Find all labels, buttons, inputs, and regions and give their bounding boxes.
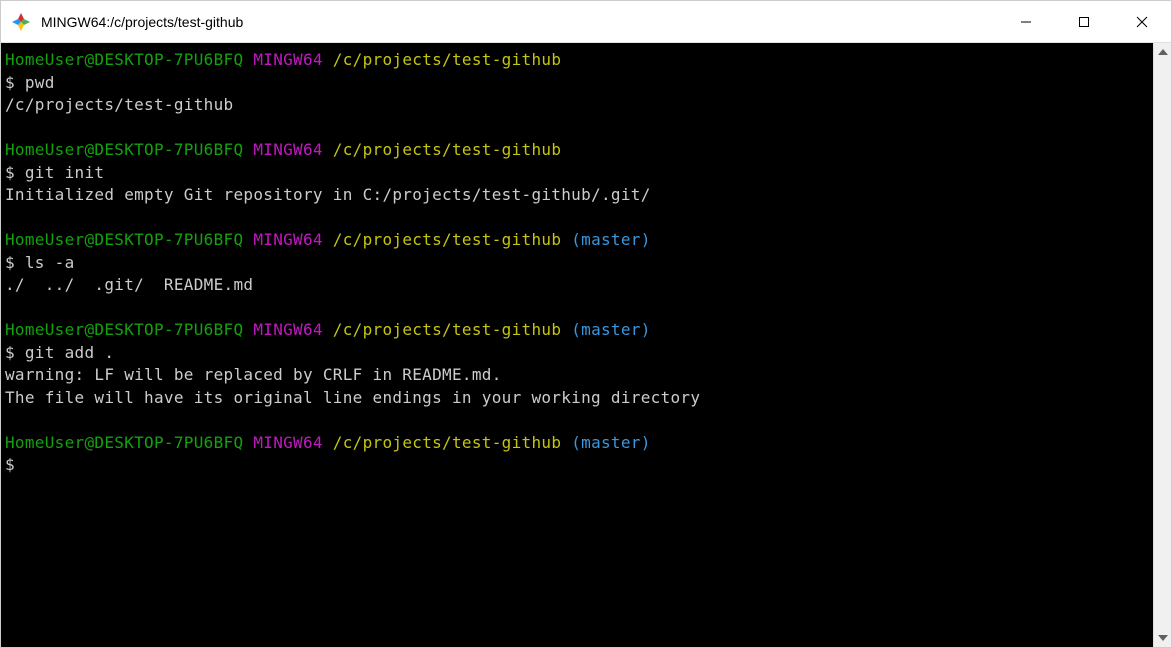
cwd-path: /c/projects/test-github bbox=[333, 320, 561, 339]
cwd-path: /c/projects/test-github bbox=[333, 50, 561, 69]
command-text: ls -a bbox=[25, 253, 75, 272]
env-label: MINGW64 bbox=[253, 50, 323, 69]
env-label: MINGW64 bbox=[253, 140, 323, 159]
prompt-line: HomeUser@DESKTOP-7PU6BFQ MINGW64 /c/proj… bbox=[5, 139, 1149, 162]
output-line: Initialized empty Git repository in C:/p… bbox=[5, 184, 1149, 207]
output-line: /c/projects/test-github bbox=[5, 94, 1149, 117]
minimize-button[interactable] bbox=[997, 1, 1055, 42]
user-host: HomeUser@DESKTOP-7PU6BFQ bbox=[5, 140, 243, 159]
command-text: pwd bbox=[25, 73, 55, 92]
prompt-dollar: $ bbox=[5, 343, 15, 362]
cwd-path: /c/projects/test-github bbox=[333, 433, 561, 452]
prompt-line: HomeUser@DESKTOP-7PU6BFQ MINGW64 /c/proj… bbox=[5, 319, 1149, 342]
prompt-dollar: $ bbox=[5, 455, 15, 474]
command-line: $ git add . bbox=[5, 342, 1149, 365]
terminal-output[interactable]: HomeUser@DESKTOP-7PU6BFQ MINGW64 /c/proj… bbox=[1, 43, 1153, 647]
env-label: MINGW64 bbox=[253, 433, 323, 452]
window-frame: MINGW64:/c/projects/test-github HomeUser… bbox=[0, 0, 1172, 648]
output-line: The file will have its original line end… bbox=[5, 387, 1149, 410]
close-button[interactable] bbox=[1113, 1, 1171, 42]
scrollbar[interactable] bbox=[1153, 43, 1171, 647]
git-branch: (master) bbox=[571, 433, 650, 452]
cwd-path: /c/projects/test-github bbox=[333, 230, 561, 249]
prompt-line: HomeUser@DESKTOP-7PU6BFQ MINGW64 /c/proj… bbox=[5, 432, 1149, 455]
window-controls bbox=[997, 1, 1171, 42]
terminal-container: HomeUser@DESKTOP-7PU6BFQ MINGW64 /c/proj… bbox=[1, 43, 1171, 647]
command-line: $ bbox=[5, 454, 1149, 477]
prompt-line: HomeUser@DESKTOP-7PU6BFQ MINGW64 /c/proj… bbox=[5, 49, 1149, 72]
window-title: MINGW64:/c/projects/test-github bbox=[41, 14, 997, 30]
scroll-down-arrow[interactable] bbox=[1154, 629, 1171, 647]
titlebar[interactable]: MINGW64:/c/projects/test-github bbox=[1, 1, 1171, 43]
blank-line bbox=[5, 117, 1149, 140]
app-icon bbox=[11, 12, 31, 32]
git-branch: (master) bbox=[571, 320, 650, 339]
command-line: $ git init bbox=[5, 162, 1149, 185]
user-host: HomeUser@DESKTOP-7PU6BFQ bbox=[5, 433, 243, 452]
blank-line bbox=[5, 409, 1149, 432]
command-text: git add . bbox=[25, 343, 114, 362]
user-host: HomeUser@DESKTOP-7PU6BFQ bbox=[5, 50, 243, 69]
command-line: $ pwd bbox=[5, 72, 1149, 95]
output-line: warning: LF will be replaced by CRLF in … bbox=[5, 364, 1149, 387]
user-host: HomeUser@DESKTOP-7PU6BFQ bbox=[5, 320, 243, 339]
output-line: ./ ../ .git/ README.md bbox=[5, 274, 1149, 297]
prompt-line: HomeUser@DESKTOP-7PU6BFQ MINGW64 /c/proj… bbox=[5, 229, 1149, 252]
command-text: git init bbox=[25, 163, 104, 182]
prompt-dollar: $ bbox=[5, 163, 15, 182]
maximize-button[interactable] bbox=[1055, 1, 1113, 42]
env-label: MINGW64 bbox=[253, 230, 323, 249]
prompt-dollar: $ bbox=[5, 73, 15, 92]
prompt-dollar: $ bbox=[5, 253, 15, 272]
blank-line bbox=[5, 297, 1149, 320]
git-branch: (master) bbox=[571, 230, 650, 249]
env-label: MINGW64 bbox=[253, 320, 323, 339]
scroll-up-arrow[interactable] bbox=[1154, 43, 1171, 61]
command-line: $ ls -a bbox=[5, 252, 1149, 275]
blank-line bbox=[5, 207, 1149, 230]
cwd-path: /c/projects/test-github bbox=[333, 140, 561, 159]
user-host: HomeUser@DESKTOP-7PU6BFQ bbox=[5, 230, 243, 249]
